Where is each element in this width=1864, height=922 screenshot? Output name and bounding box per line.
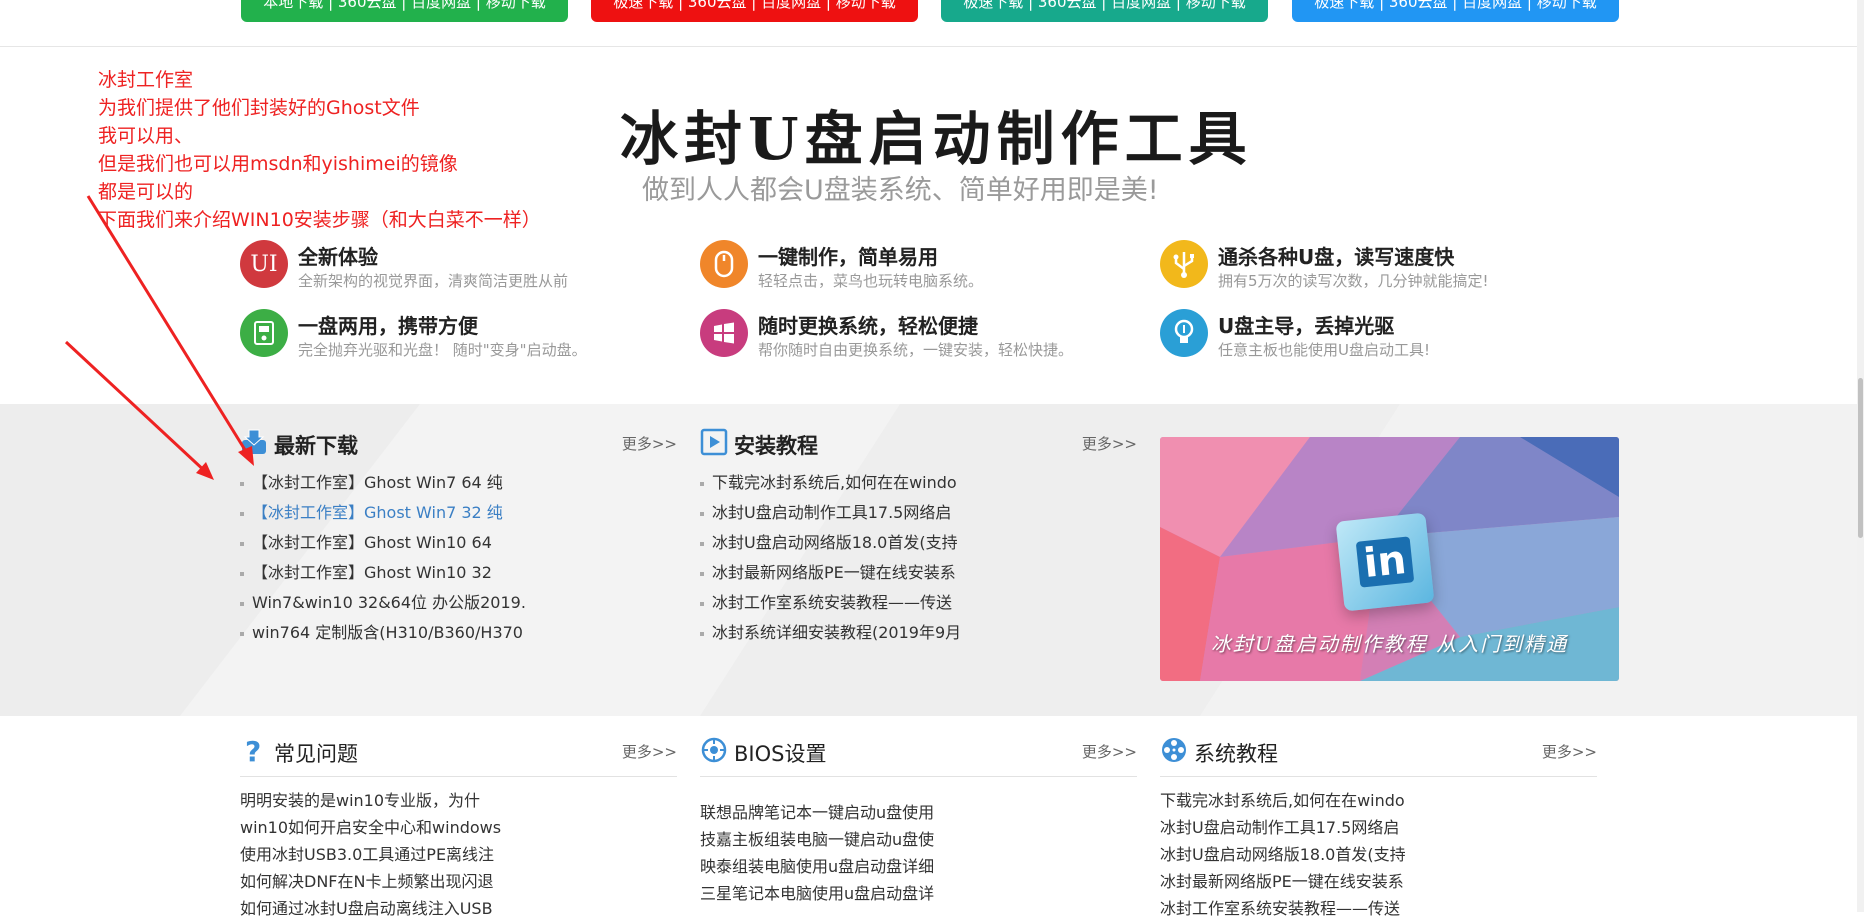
hero-title: 冰封U盘启动制作工具: [620, 105, 1253, 173]
faq-panel: ? 常见问题 更多>> 明明安装的是win10专业版，为什 win10如何开启安…: [240, 732, 677, 922]
list-item[interactable]: 明明安装的是win10专业版，为什: [240, 787, 677, 814]
list-item[interactable]: 技嘉主板组装电脑一键启动u盘使: [700, 826, 1137, 853]
annotation-line: 为我们提供了他们封装好的Ghost文件: [98, 97, 420, 119]
latest-downloads-panel: 最新下载 更多>> 【冰封工作室】Ghost Win7 64 纯 【冰封工作室】…: [240, 424, 677, 648]
feature-title: 一盘两用，携带方便: [298, 314, 478, 338]
feature-new-experience: UI 全新体验 全新架构的视觉界面，清爽简洁更胜从前: [240, 240, 660, 296]
feature-title: 全新体验: [298, 245, 378, 269]
banner-caption: 冰封U盘启动制作教程 从入门到精通: [1210, 632, 1569, 656]
usb-icon: [1160, 240, 1208, 288]
feature-title: 一键制作，简单易用: [758, 245, 938, 269]
scrollbar-thumb[interactable]: [1858, 378, 1863, 538]
list-item[interactable]: 冰封系统详细安装教程(2019年9月: [700, 618, 1137, 648]
feature-desc: 拥有5万次的读写次数，几分钟就能搞定!: [1218, 272, 1489, 290]
download-button-fast-1[interactable]: 极速下载 | 360云盘 | 百度网盘 | 移动下载: [591, 0, 918, 22]
feature-desc: 帮你随时自由更换系统，一键安装，轻松快捷。: [758, 341, 1074, 359]
install-tutorials-panel: 安装教程 更多>> 下载完冰封系统后,如何在在windo 冰封U盘启动制作工具1…: [700, 424, 1137, 648]
download-button-fast-2[interactable]: 极速下载 | 360云盘 | 百度网盘 | 移动下载: [941, 0, 1268, 22]
list-item[interactable]: 冰封U盘启动网络版18.0首发(支持: [700, 528, 1137, 558]
download-icon: [242, 429, 266, 454]
feature-desc: 轻轻点击，菜鸟也玩转电脑系统。: [758, 272, 984, 290]
bios-gear-icon: [701, 737, 727, 763]
list-item[interactable]: 冰封工作室系统安装教程——传送: [1160, 895, 1597, 922]
play-icon: [700, 428, 728, 456]
list-item[interactable]: 冰封U盘启动制作工具17.5网络启: [1160, 814, 1597, 841]
question-icon: ?: [245, 736, 261, 764]
feature-desc: 完全抛弃光驱和光盘！ 随时"变身"启动盘。: [298, 341, 587, 359]
list-item[interactable]: 冰封U盘启动网络版18.0首发(支持: [1160, 841, 1597, 868]
annotation-line: 下面我们来介绍WIN10安装步骤（和大白菜不一样）: [98, 209, 541, 231]
feature-dual-use: 一盘两用，携带方便 完全抛弃光驱和光盘！ 随时"变身"启动盘。: [240, 309, 660, 365]
list-item[interactable]: 【冰封工作室】Ghost Win7 32 纯: [240, 498, 677, 528]
bulb-icon: [1160, 309, 1208, 357]
annotation-line: 我可以用、: [98, 125, 194, 147]
download-bar: 本地下载 | 360云盘 | 百度网盘 | 移动下载 极速下载 | 360云盘 …: [0, 0, 1864, 47]
film-reel-icon: [1162, 738, 1186, 762]
list-item[interactable]: 映泰组装电脑使用u盘启动盘详细: [700, 853, 1137, 880]
page-scrollbar[interactable]: [1857, 0, 1864, 912]
bios-panel: BIOS设置 更多>> 联想品牌笔记本一键启动u盘使用 技嘉主板组装电脑一键启动…: [700, 732, 1137, 907]
disk-icon: [240, 309, 288, 357]
feature-usb-led: U盘主导，丢掉光驱 任意主板也能使用U盘启动工具!: [1160, 309, 1580, 365]
more-link[interactable]: 更多>>: [1082, 433, 1137, 454]
list-item[interactable]: 冰封工作室系统安装教程——传送: [700, 588, 1137, 618]
feature-one-click: 一键制作，简单易用 轻轻点击，菜鸟也玩转电脑系统。: [700, 240, 1120, 296]
panel-title: BIOS设置: [734, 742, 827, 766]
list-item[interactable]: 冰封U盘启动制作工具17.5网络启: [700, 498, 1137, 528]
feature-desc: 任意主板也能使用U盘启动工具!: [1218, 341, 1430, 359]
annotation-line: 冰封工作室: [98, 69, 194, 91]
list-item[interactable]: 使用冰封USB3.0工具通过PE离线注: [240, 841, 677, 868]
more-link[interactable]: 更多>>: [622, 433, 677, 454]
windows-icon: [700, 309, 748, 357]
list-item[interactable]: 【冰封工作室】Ghost Win10 32: [240, 558, 677, 588]
list-item[interactable]: 【冰封工作室】Ghost Win10 64: [240, 528, 677, 558]
list-item[interactable]: win764 定制版含(H310/B360/H370: [240, 618, 677, 648]
list-item[interactable]: 下载完冰封系统后,如何在在windo: [700, 468, 1137, 498]
panel-title: 最新下载: [274, 434, 358, 458]
panel-title: 常见问题: [274, 742, 358, 766]
hero-subtitle: 做到人人都会U盘装系统、简单好用即是美!: [642, 175, 1159, 206]
feature-title: 随时更换系统，轻松便捷: [758, 314, 978, 338]
list-item[interactable]: 如何通过冰封U盘启动离线注入USB: [240, 895, 677, 922]
feature-title: U盘主导，丢掉光驱: [1218, 314, 1395, 338]
list-item[interactable]: 如何解决DNF在N卡上频繁出现闪退: [240, 868, 677, 895]
list-item[interactable]: Win7&win10 32&64位 办公版2019.: [240, 588, 677, 618]
list-item[interactable]: 三星笔记本电脑使用u盘启动盘详: [700, 880, 1137, 907]
feature-desc: 全新架构的视觉界面，清爽简洁更胜从前: [298, 272, 569, 290]
list-item[interactable]: 冰封最新网络版PE一键在线安装系: [700, 558, 1137, 588]
feature-title: 通杀各种U盘，读写速度快: [1218, 245, 1455, 269]
download-button-local[interactable]: 本地下载 | 360云盘 | 百度网盘 | 移动下载: [241, 0, 568, 22]
list-item[interactable]: 联想品牌笔记本一键启动u盘使用: [700, 799, 1137, 826]
more-link[interactable]: 更多>>: [1082, 741, 1137, 762]
feature-all-usb: 通杀各种U盘，读写速度快 拥有5万次的读写次数，几分钟就能搞定!: [1160, 240, 1580, 296]
list-item[interactable]: win10如何开启安全中心和windows: [240, 814, 677, 841]
panel-title: 安装教程: [734, 434, 818, 458]
annotation-note: 冰封工作室 为我们提供了他们封装好的Ghost文件 我可以用、 但是我们也可以用…: [98, 66, 541, 234]
download-button-fast-3[interactable]: 极速下载 | 360云盘 | 百度网盘 | 移动下载: [1292, 0, 1619, 22]
system-tutorials-panel: 系统教程 更多>> 下载完冰封系统后,如何在在windo 冰封U盘启动制作工具1…: [1160, 732, 1597, 922]
tutorial-banner[interactable]: in 冰封U盘启动制作教程 从入门到精通: [1160, 437, 1619, 681]
annotation-line: 都是可以的: [98, 181, 194, 203]
ui-icon: UI: [240, 240, 288, 288]
mouse-icon: [700, 240, 748, 288]
linkedin-cube-icon: in: [1335, 512, 1435, 612]
more-link[interactable]: 更多>>: [622, 741, 677, 762]
svg-text:?: ?: [245, 736, 261, 764]
list-item[interactable]: 下载完冰封系统后,如何在在windo: [1160, 787, 1597, 814]
feature-switch-system: 随时更换系统，轻松便捷 帮你随时自由更换系统，一键安装，轻松快捷。: [700, 309, 1120, 365]
panel-title: 系统教程: [1194, 742, 1278, 766]
list-item[interactable]: 【冰封工作室】Ghost Win7 64 纯: [240, 468, 677, 498]
list-item[interactable]: 冰封最新网络版PE一键在线安装系: [1160, 868, 1597, 895]
annotation-line: 但是我们也可以用msdn和yishimei的镜像: [98, 153, 458, 175]
more-link[interactable]: 更多>>: [1542, 741, 1597, 762]
